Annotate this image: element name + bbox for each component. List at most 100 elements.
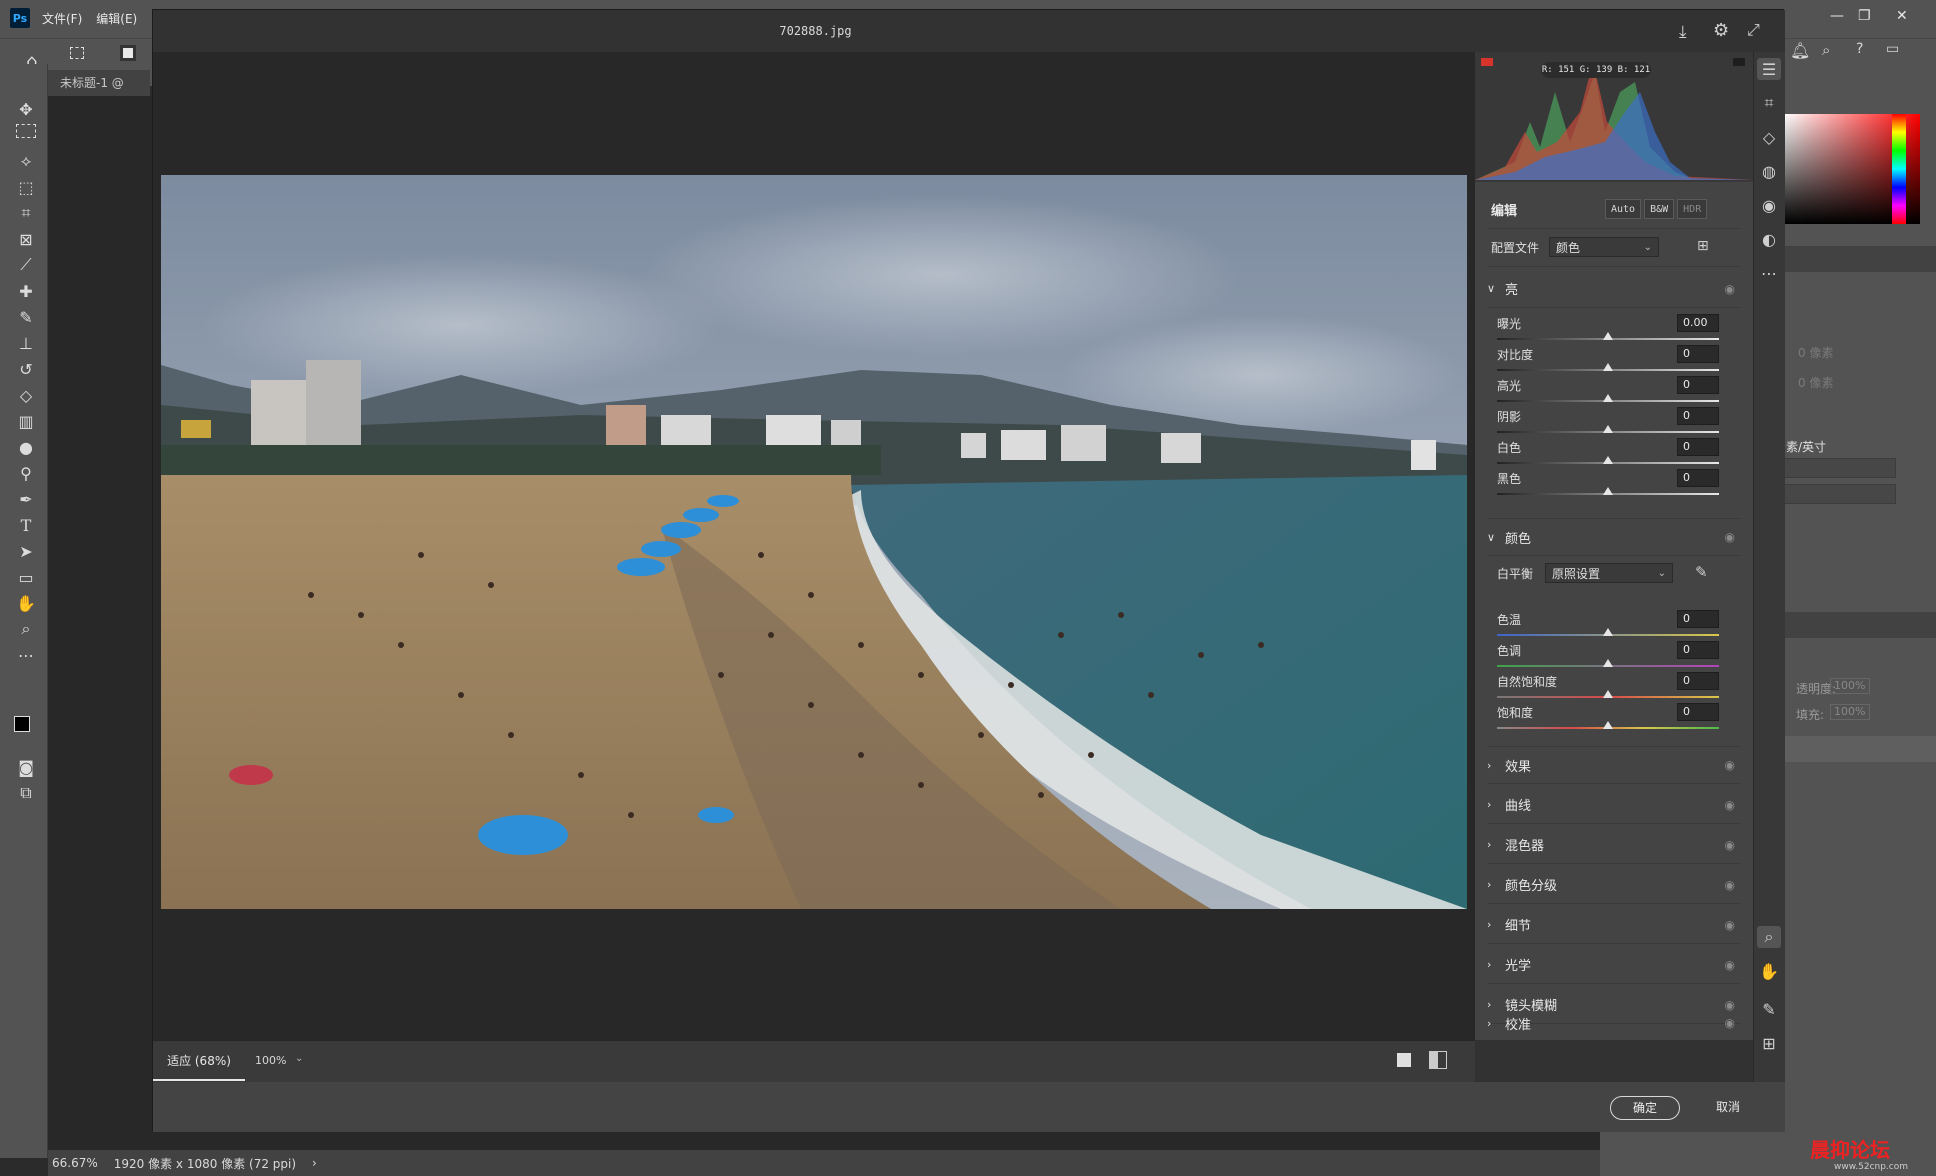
slider-value-input[interactable]: 0 <box>1677 641 1719 659</box>
shadow-clipping-warning[interactable] <box>1481 58 1493 66</box>
slider-thumb[interactable] <box>1603 721 1613 729</box>
grid-overlay-icon[interactable]: ⊞ <box>1757 1032 1781 1054</box>
section-light[interactable]: ∨ 亮 ◉ <box>1487 270 1741 308</box>
layer-opacity-value[interactable]: 100% <box>1830 678 1870 694</box>
zoom-dropdown-icon[interactable]: ⌄ <box>295 1053 303 1064</box>
color-sampler-icon[interactable]: ✎ <box>1757 998 1781 1020</box>
slider-thumb[interactable] <box>1603 690 1613 698</box>
zoom-100-button[interactable]: 100% <box>255 1041 295 1081</box>
status-arrow-icon[interactable]: › <box>312 1156 317 1170</box>
marquee-option-icon[interactable] <box>70 47 84 59</box>
slider-color_sliders-1[interactable]: 色调 0 <box>1497 641 1751 672</box>
edit-sliders-icon[interactable]: ☰ <box>1757 58 1781 80</box>
slider-value-input[interactable]: 0 <box>1677 438 1719 456</box>
slider-value-input[interactable]: 0 <box>1677 376 1719 394</box>
slider-thumb[interactable] <box>1603 456 1613 464</box>
wb-dropdown[interactable]: 原照设置 ⌄ <box>1545 563 1673 583</box>
eyedropper-tool-icon[interactable]: ⟋ <box>12 254 40 276</box>
move-tool-icon[interactable]: ✥ <box>12 98 40 120</box>
menu-file[interactable]: 文件(F) <box>42 10 82 27</box>
slider-color_sliders-0[interactable]: 色温 0 <box>1497 610 1751 641</box>
visibility-eye-icon[interactable]: ◉ <box>1725 918 1735 932</box>
hand-tool-icon[interactable]: ✋ <box>12 592 40 614</box>
brush-tool-icon[interactable]: ✎ <box>12 306 40 328</box>
units-dropdown[interactable] <box>1784 458 1896 478</box>
settings-gear-icon[interactable]: ⚙ <box>1713 20 1729 41</box>
slider-thumb[interactable] <box>1603 425 1613 433</box>
slider-light_sliders-4[interactable]: 白色 0 <box>1497 438 1751 469</box>
object-selection-icon[interactable]: ⬚ <box>12 176 40 198</box>
menu-edit[interactable]: 编辑(E) <box>96 10 137 27</box>
slider-value-input[interactable]: 0 <box>1677 672 1719 690</box>
frame-tool-icon[interactable]: ⊠ <box>12 228 40 250</box>
healing-icon[interactable]: ◇ <box>1757 126 1781 148</box>
dodge-tool-icon[interactable]: ⚲ <box>12 462 40 484</box>
history-brush-icon[interactable]: ↺ <box>12 358 40 380</box>
visibility-eye-icon[interactable]: ◉ <box>1725 878 1735 892</box>
blur-tool-icon[interactable]: ● <box>12 436 40 458</box>
visibility-eye-icon[interactable]: ◉ <box>1725 958 1735 972</box>
status-zoom[interactable]: 66.67% <box>52 1156 98 1170</box>
zoom-icon[interactable]: ⌕ <box>1757 926 1781 948</box>
visibility-eye-icon[interactable]: ◉ <box>1725 838 1735 852</box>
help-icon[interactable]: ? <box>1856 41 1863 57</box>
slider-thumb[interactable] <box>1603 332 1613 340</box>
beach-photo-preview[interactable] <box>161 175 1467 909</box>
histogram[interactable]: R: 151 G: 139 B: 121 <box>1475 52 1753 182</box>
section-mixer[interactable]: › 混色器 ◉ <box>1487 826 1741 864</box>
slider-value-input[interactable]: 0 <box>1677 469 1719 487</box>
slider-light_sliders-3[interactable]: 阴影 0 <box>1497 407 1751 438</box>
cancel-button[interactable]: 取消 <box>1698 1096 1758 1120</box>
section-curves[interactable]: › 曲线 ◉ <box>1487 786 1741 824</box>
crop-rotate-icon[interactable]: ⌗ <box>1757 92 1781 114</box>
ok-button[interactable]: 确定 <box>1610 1096 1680 1120</box>
mode-dropdown[interactable] <box>1784 484 1896 504</box>
screen-mode-icon[interactable]: ⧉ <box>12 782 40 804</box>
new-selection-icon[interactable] <box>120 45 136 61</box>
eraser-tool-icon[interactable]: ◇ <box>12 384 40 406</box>
slider-value-input[interactable]: 0.00 <box>1677 314 1719 332</box>
search-icon[interactable]: ⌕ <box>1822 41 1830 59</box>
section-detail[interactable]: › 细节 ◉ <box>1487 906 1741 944</box>
restore-icon[interactable]: ❐ <box>1858 8 1871 24</box>
slider-thumb[interactable] <box>1603 487 1613 495</box>
visibility-eye-icon[interactable]: ◉ <box>1725 758 1735 772</box>
red-eye-icon[interactable]: ◉ <box>1757 194 1781 216</box>
visibility-eye-icon[interactable]: ◉ <box>1725 798 1735 812</box>
workspace-icon[interactable]: ▭ <box>1886 41 1899 57</box>
hand-icon[interactable]: ✋ <box>1757 960 1781 982</box>
zoom-tool-icon[interactable]: ⌕ <box>12 618 40 640</box>
auto-button[interactable]: Auto <box>1605 199 1642 219</box>
slider-value-input[interactable]: 0 <box>1677 610 1719 628</box>
before-after-icon[interactable] <box>1429 1051 1447 1069</box>
section-optics[interactable]: › 光学 ◉ <box>1487 946 1741 984</box>
healing-brush-icon[interactable]: ✚ <box>12 280 40 302</box>
save-image-icon[interactable]: ⤓ <box>1679 22 1687 42</box>
slider-thumb[interactable] <box>1603 628 1613 636</box>
section-effects[interactable]: › 效果 ◉ <box>1487 746 1741 784</box>
visibility-eye-icon[interactable]: ◉ <box>1725 1016 1735 1030</box>
bw-button[interactable]: B&W <box>1644 199 1675 219</box>
marquee-tool-icon[interactable] <box>16 124 36 138</box>
crop-tool-icon[interactable]: ⌗ <box>12 202 40 224</box>
pen-tool-icon[interactable]: ✒ <box>12 488 40 510</box>
section-grading[interactable]: › 颜色分级 ◉ <box>1487 866 1741 904</box>
more-options-icon[interactable]: ⋯ <box>1757 262 1781 284</box>
minimize-icon[interactable]: — <box>1830 8 1844 24</box>
close-icon[interactable]: ✕ <box>1896 8 1908 24</box>
fullscreen-icon[interactable]: ⤢ <box>1747 20 1760 40</box>
slider-value-input[interactable]: 0 <box>1677 407 1719 425</box>
slider-color_sliders-3[interactable]: 饱和度 0 <box>1497 703 1751 734</box>
slider-thumb[interactable] <box>1603 659 1613 667</box>
slider-light_sliders-2[interactable]: 高光 0 <box>1497 376 1751 407</box>
single-view-icon[interactable] <box>1397 1053 1411 1067</box>
wb-eyedropper-icon[interactable]: ✎ <box>1695 563 1708 581</box>
slider-value-input[interactable]: 0 <box>1677 703 1719 721</box>
slider-value-input[interactable]: 0 <box>1677 345 1719 363</box>
visibility-eye-icon[interactable]: ◉ <box>1725 530 1735 544</box>
path-selection-icon[interactable]: ➤ <box>12 540 40 562</box>
slider-light_sliders-0[interactable]: 曝光 0.00 <box>1497 314 1751 345</box>
hue-slider[interactable] <box>1892 114 1906 224</box>
gradient-tool-icon[interactable]: ▥ <box>12 410 40 432</box>
more-tools-icon[interactable]: ⋯ <box>12 644 40 666</box>
